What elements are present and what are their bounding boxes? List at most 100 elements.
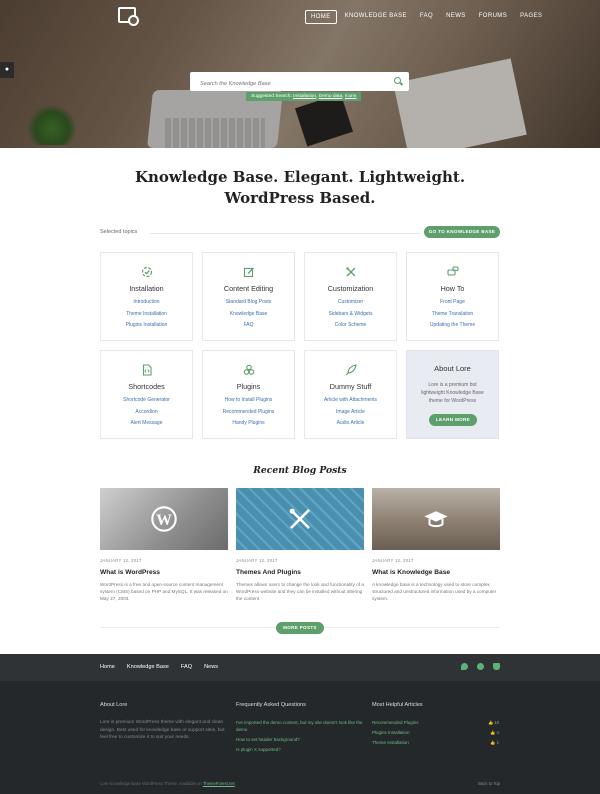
nav-forums[interactable]: FORUMS (474, 10, 512, 24)
like-count: 1 (496, 740, 499, 745)
topic-title: Dummy Stuff (329, 382, 372, 391)
topic-link[interactable]: Knowledge Base (203, 309, 294, 321)
nav-faq[interactable]: FAQ (415, 10, 438, 24)
topic-title: Shortcodes (128, 382, 165, 391)
footer-nav: Home Knowledge Base FAQ News (100, 664, 230, 670)
social-links (461, 663, 500, 670)
search-icon[interactable] (394, 77, 401, 84)
footer-nav-faq[interactable]: FAQ (181, 664, 192, 670)
nav-pages[interactable]: PAGES (515, 10, 547, 24)
topic-link[interactable]: Front Page (407, 297, 498, 309)
github-icon[interactable] (477, 663, 484, 670)
topic-link[interactable]: Color Scheme (305, 320, 396, 332)
post-date: JANUARY 12, 2017 (236, 558, 278, 563)
article-likes: 👍 4 (490, 730, 499, 735)
topic-link[interactable]: Alert Message (101, 418, 192, 430)
suggest-link-installation[interactable]: Installation (293, 94, 316, 99)
copyright: Lore Knowledge Base WordPress Theme. Ava… (100, 781, 235, 786)
post-title[interactable]: What is Knowledge Base (372, 569, 500, 576)
topic-title: Plugins (236, 382, 261, 391)
article-link[interactable]: Theme Installation 👍 1 (372, 739, 499, 746)
topic-link[interactable]: Shortcode Generator (101, 395, 192, 407)
topic-link[interactable]: How to Install Plugins (203, 395, 294, 407)
topic-link[interactable]: Theme Translation (407, 309, 498, 321)
code-file-icon (142, 364, 152, 376)
go-to-knowledge-base-button[interactable]: GO TO KNOWLEDGE BASE (424, 226, 500, 238)
tools-icon (289, 508, 311, 530)
logo-icon[interactable] (118, 7, 139, 26)
topic-link[interactable]: Accordion (101, 407, 192, 419)
footer-nav-knowledge-base[interactable]: Knowledge Base (127, 664, 169, 670)
topic-link[interactable]: Introduction (101, 297, 192, 309)
topic-card-dummy-stuff: Dummy Stuff Article with Attachments Ima… (304, 350, 397, 439)
topic-link[interactable]: Handy Plugins (203, 418, 294, 430)
search-input[interactable] (190, 74, 380, 94)
selected-topics-label: Selected topics (100, 229, 138, 235)
post-date: JANUARY 12, 2017 (100, 558, 142, 563)
topic-link[interactable]: Sidebars & Widgets (305, 309, 396, 321)
post-image[interactable]: W (100, 488, 228, 550)
faq-link[interactable]: Is plugin X supported? (236, 746, 364, 753)
post-image[interactable] (236, 488, 364, 550)
footer-nav-news[interactable]: News (204, 664, 218, 670)
topic-link[interactable]: Recommended Plugins (203, 407, 294, 419)
post-excerpt: WordPress is a free and open-source cont… (100, 582, 228, 602)
article-link[interactable]: Recommended Plugins 👍 10 (372, 719, 499, 726)
drop-icon[interactable]: ● (0, 62, 14, 78)
blog-post: JANUARY 12, 2017 Themes And Plugins Them… (236, 488, 364, 603)
wordpress-icon: W (151, 506, 177, 532)
plugin-icon (243, 364, 255, 375)
nav-knowledge-base[interactable]: KNOWLEDGE BASE (340, 10, 412, 24)
selected-topics-header: Selected topics GO TO KNOWLEDGE BASE (100, 226, 500, 240)
article-link[interactable]: Plugins Installation 👍 4 (372, 729, 499, 736)
bitbucket-icon[interactable] (493, 663, 500, 670)
twitter-icon[interactable] (461, 663, 468, 670)
post-title[interactable]: What is WordPress (100, 569, 228, 576)
graduation-cap-icon (424, 511, 448, 528)
check-badge-icon (141, 266, 153, 278)
topic-link[interactable]: Audio Article (305, 418, 396, 430)
topic-title: Customization (327, 284, 374, 293)
search-box (190, 72, 409, 94)
divider (150, 233, 420, 234)
hero-banner: HOME KNOWLEDGE BASE FAQ NEWS FORUMS PAGE… (0, 0, 600, 148)
faq-link[interactable]: I've imported the demo content, but my s… (236, 719, 364, 733)
faq-link[interactable]: How to set header background? (236, 736, 364, 743)
suggest-link-demo-data[interactable]: Demo data (319, 94, 342, 99)
nav-news[interactable]: NEWS (441, 10, 471, 24)
topic-link[interactable]: Theme Installation (101, 309, 192, 321)
post-image[interactable] (372, 488, 500, 550)
topic-link[interactable]: Customizer (305, 297, 396, 309)
suggested-search: Suggested Search: Installation, Demo dat… (246, 92, 362, 101)
footer-articles: Most Helpful Articles Recommended Plugin… (372, 702, 500, 749)
topic-link[interactable]: Image Article (305, 407, 396, 419)
article-title: Theme Installation (372, 740, 409, 745)
article-likes: 👍 10 (487, 720, 499, 725)
page-headline: Knowledge Base. Elegant. Lightweight. Wo… (0, 167, 600, 209)
footer-nav-home[interactable]: Home (100, 664, 115, 670)
post-excerpt: Themes allows users to change the look a… (236, 582, 364, 602)
post-title[interactable]: Themes And Plugins (236, 569, 364, 576)
themeforest-link[interactable]: ThemeForest.net (203, 781, 235, 786)
nav-home[interactable]: HOME (305, 10, 337, 24)
footer-faq-title: Frequently Asked Questions (236, 702, 306, 708)
footer-about-title: About Lore (100, 702, 128, 708)
recent-posts-title: Recent Blog Posts (253, 465, 347, 476)
topic-link[interactable]: Standard Blog Posts (203, 297, 294, 309)
suggest-link-icons[interactable]: Icons (345, 94, 356, 99)
footer-nav-bar: Home Knowledge Base FAQ News (0, 654, 600, 681)
learn-more-button[interactable]: LEARN MORE (429, 414, 477, 426)
topic-link[interactable]: Plugins Installation (101, 320, 192, 332)
topic-link[interactable]: FAQ (203, 320, 294, 332)
topic-link[interactable]: Article with Attachments (305, 395, 396, 407)
article-title: Recommended Plugins (372, 720, 419, 725)
topic-card-installation: Installation Introduction Theme Installa… (100, 252, 193, 341)
topic-link[interactable]: Updating the Theme (407, 320, 498, 332)
topic-card-customization: Customization Customizer Sidebars & Widg… (304, 252, 397, 341)
back-to-top-link[interactable]: Back to Top (478, 781, 500, 786)
blog-post: JANUARY 12, 2017 What is Knowledge Base … (372, 488, 500, 603)
like-count: 4 (496, 730, 499, 735)
article-title: Plugins Installation (372, 730, 410, 735)
more-posts-button[interactable]: MORE POSTS (276, 622, 324, 634)
tools-icon (346, 267, 356, 277)
